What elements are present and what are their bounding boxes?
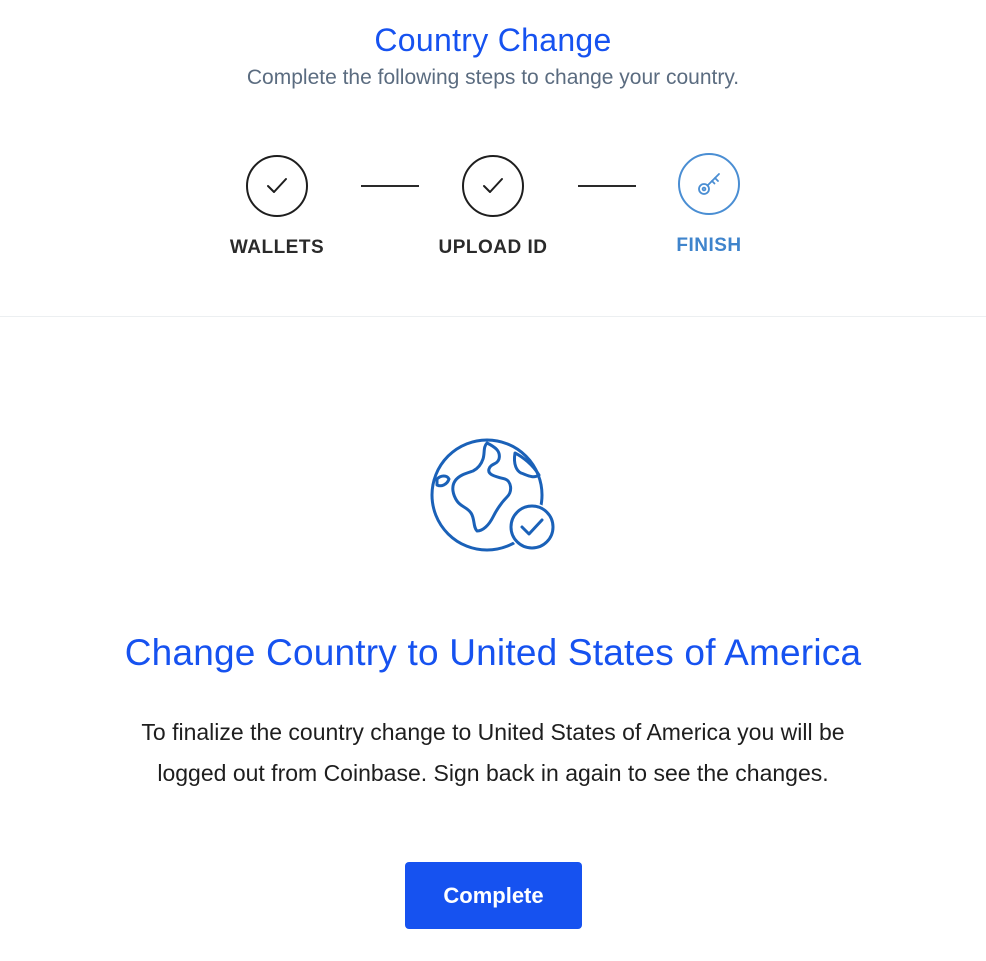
step-wallets-label: WALLETS [229, 237, 325, 258]
main-description-line: logged out from Coinbase. Sign back in a… [157, 760, 829, 786]
step-connector [361, 185, 419, 187]
step-upload-id-circle [462, 155, 524, 217]
page-title: Country Change [374, 22, 612, 58]
step-finish-label: FINISH [676, 235, 742, 256]
globe-check-icon [425, 435, 561, 559]
checkmark-icon [267, 178, 287, 193]
step-upload-id: UPLOAD ID [413, 155, 573, 259]
main-description-line: To finalize the country change to United… [141, 719, 845, 745]
key-icon [698, 173, 720, 195]
main-heading: Change Country to United States of Ameri… [124, 632, 862, 673]
step-wallets: WALLETS [197, 155, 357, 259]
complete-button[interactable]: Complete [405, 862, 582, 929]
country-change-page: Country Change Complete the following st… [0, 0, 986, 961]
page-subtitle: Complete the following steps to change y… [246, 66, 740, 89]
step-upload-id-label: UPLOAD ID [438, 237, 548, 258]
step-wallets-circle [246, 155, 308, 217]
stepper-header: Country Change Complete the following st… [0, 0, 986, 317]
step-finish: FINISH [629, 153, 789, 257]
main-description: To finalize the country change to United… [100, 712, 886, 794]
step-finish-circle [678, 153, 740, 215]
step-connector [578, 185, 636, 187]
checkmark-icon [483, 178, 503, 193]
